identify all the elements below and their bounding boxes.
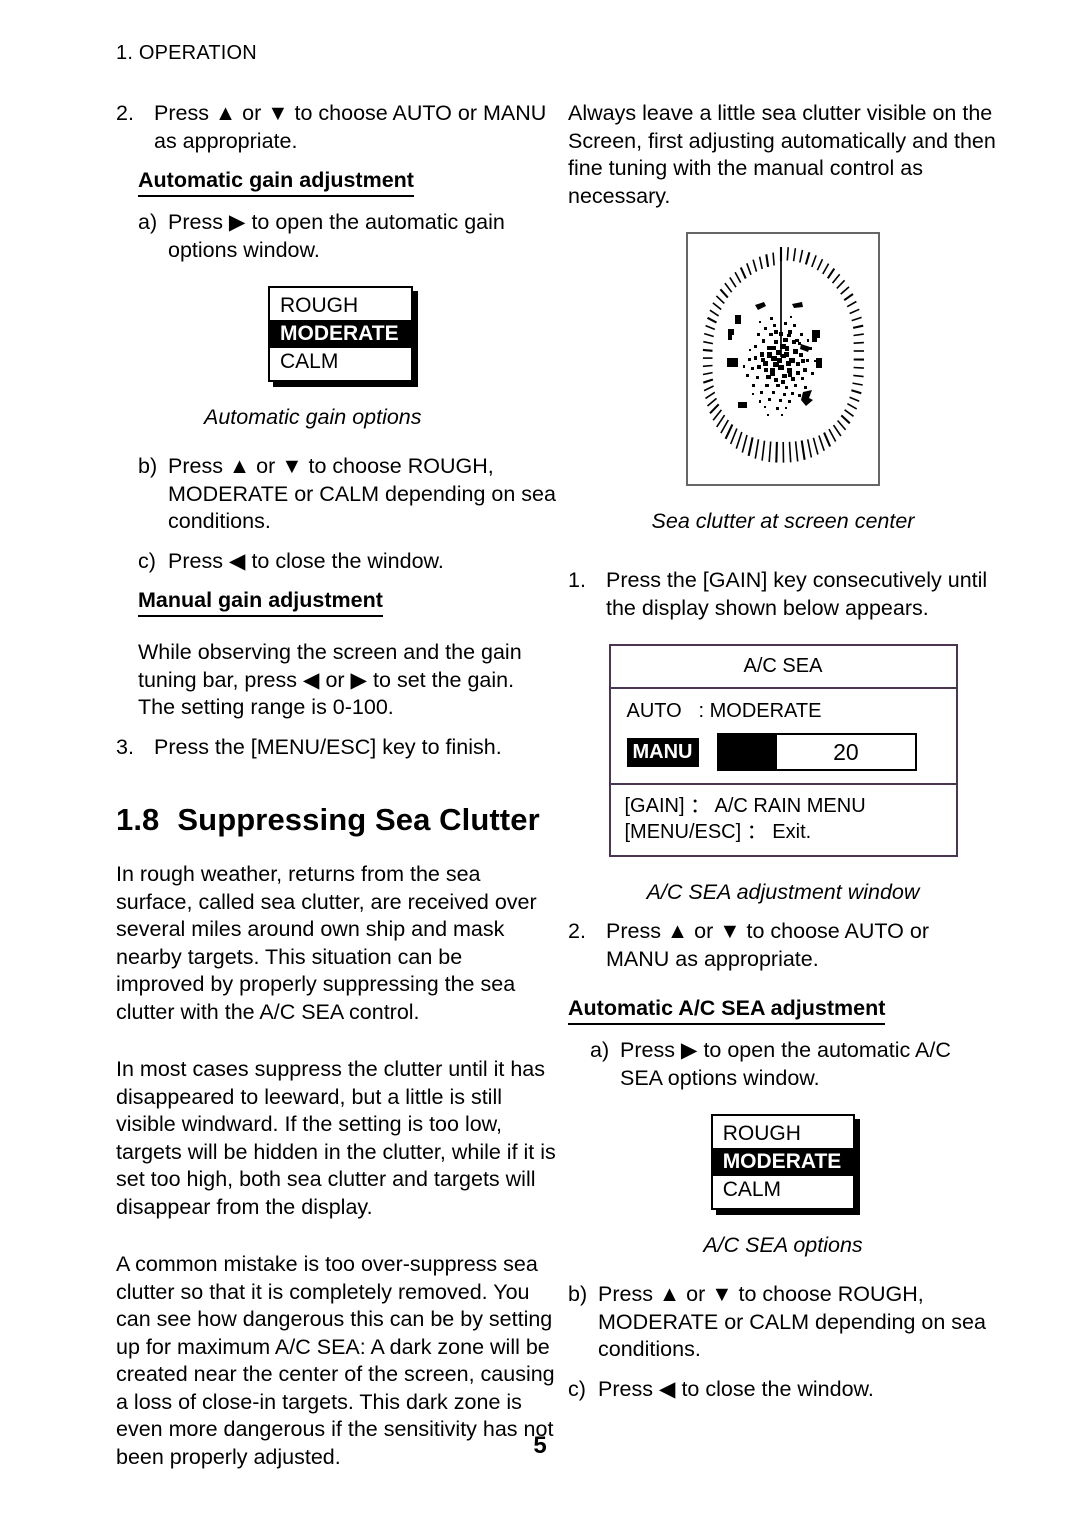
paragraph-leave-clutter-visible: Always leave a little sea clutter visibl…	[568, 101, 996, 208]
list-marker: 2.	[568, 919, 586, 943]
list-text: Press ◀ to close the window.	[598, 1376, 874, 1401]
list-marker: a)	[590, 1038, 610, 1062]
acsea-window-body: AUTO : MODERATE MANU 20	[610, 689, 956, 785]
radar-illustration-wrap	[568, 232, 998, 486]
list-item: a) Press ▶ to open the automatic A/C SEA…	[590, 1037, 998, 1092]
list-text: Press ▶ to open the automatic gain optio…	[168, 210, 505, 262]
gain-option-rough[interactable]: ROUGH	[270, 292, 411, 320]
list-text: Press the [MENU/ESC] key to finish.	[154, 734, 502, 759]
section-heading: 1.8 Suppressing Sea Clutter	[116, 801, 556, 839]
acsea-window-footer: [GAIN] ： A/C RAIN MENU [MENU/ESC] ： Exit…	[611, 785, 956, 855]
list-item: b) Press ▲ or ▼ to choose ROUGH, MODERAT…	[568, 1281, 998, 1364]
gain-option-moderate[interactable]: MODERATE	[270, 320, 411, 348]
section-title: Suppressing Sea Clutter	[177, 802, 540, 837]
paragraph-suppress-advice: In most cases suppress the clutter until…	[116, 1057, 556, 1219]
acsea-footer-gain-hint: [GAIN] ： A/C RAIN MENU	[624, 795, 866, 817]
acsea-window-title: A/C SEA	[610, 646, 956, 689]
acsea-options-window[interactable]: ROUGH MODERATE CALM	[710, 1114, 856, 1210]
gain-options-caption: Automatic gain options	[204, 405, 422, 429]
acsea-option-rough[interactable]: ROUGH	[713, 1120, 854, 1148]
acsea-window-caption: A/C SEA adjustment window	[646, 880, 920, 904]
list-item: 2. Press ▲ or ▼ to choose AUTO or MANU a…	[568, 918, 998, 973]
list-item: 1. Press the [GAIN] key consecutively un…	[568, 567, 998, 622]
acsea-manu-label[interactable]: MANU	[626, 737, 699, 767]
paragraph-sea-clutter-intro: In rough weather, returns from the sea s…	[116, 862, 537, 1024]
list-item: c) Press ◀ to close the window.	[568, 1376, 998, 1404]
acsea-manu-row[interactable]: MANU 20	[611, 733, 956, 771]
radar-svg	[688, 234, 874, 480]
list-text: Press ▶ to open the automatic A/C SEA op…	[620, 1038, 951, 1090]
automatic-gain-heading-wrap: Automatic gain adjustment	[138, 167, 556, 197]
automatic-acsea-heading-wrap: Automatic A/C SEA adjustment	[568, 995, 998, 1025]
acsea-auto-value: : MODERATE	[698, 700, 822, 722]
list-marker: c)	[138, 548, 156, 573]
section-number: 1.8	[116, 802, 160, 837]
radar-caption: Sea clutter at screen center	[651, 509, 915, 533]
gain-options-window[interactable]: ROUGH MODERATE CALM	[268, 286, 413, 382]
manual-page: 1. OPERATION 2. Press ▲ or ▼ to choose A…	[0, 0, 1080, 1528]
list-marker: c)	[568, 1376, 586, 1401]
list-marker: 2.	[116, 101, 134, 125]
gain-option-calm[interactable]: CALM	[270, 348, 411, 376]
list-marker: a)	[138, 210, 158, 234]
list-text: Press ◀ to close the window.	[168, 548, 444, 573]
left-column: 2. Press ▲ or ▼ to choose AUTO or MANU a…	[116, 100, 556, 1471]
list-text: Press ▲ or ▼ to choose AUTO or MANU as a…	[154, 101, 547, 153]
list-marker: 1.	[568, 568, 586, 592]
list-item: c) Press ◀ to close the window.	[138, 548, 556, 576]
list-item: 3. Press the [MENU/ESC] key to finish.	[116, 734, 556, 762]
list-marker: b)	[138, 454, 158, 478]
page-number: 5	[533, 1432, 547, 1459]
acsea-gain-bar[interactable]: 20	[716, 733, 917, 771]
right-column: Always leave a little sea clutter visibl…	[568, 100, 998, 1403]
list-text: Press ▲ or ▼ to choose ROUGH, MODERATE o…	[168, 454, 556, 533]
list-marker: b)	[568, 1282, 588, 1306]
list-text: Press ▲ or ▼ to choose AUTO or MANU as a…	[606, 919, 929, 971]
automatic-acsea-heading: Automatic A/C SEA adjustment	[568, 995, 886, 1025]
radar-display-image	[686, 232, 880, 486]
acsea-option-calm[interactable]: CALM	[713, 1176, 854, 1204]
running-header: 1. OPERATION	[116, 42, 257, 64]
list-item: 2. Press ▲ or ▼ to choose AUTO or MANU a…	[116, 100, 556, 155]
gain-options-window-holder: ROUGH MODERATE CALM	[116, 286, 556, 382]
acsea-adjustment-window[interactable]: A/C SEA AUTO : MODERATE MANU 20 [GAIN] ：…	[608, 644, 958, 857]
manual-gain-body: While observing the screen and the gain …	[138, 640, 522, 719]
acsea-gain-bar-fill	[718, 735, 778, 769]
list-marker: 3.	[116, 734, 134, 759]
list-text: Press the [GAIN] key consecutively until…	[606, 568, 988, 620]
acsea-footer-exit-hint: [MENU/ESC] ： Exit.	[624, 821, 812, 843]
list-text: Press ▲ or ▼ to choose ROUGH, MODERATE o…	[598, 1282, 986, 1361]
automatic-gain-heading: Automatic gain adjustment	[138, 167, 414, 197]
manual-gain-heading-wrap: Manual gain adjustment	[138, 587, 556, 617]
manual-gain-heading: Manual gain adjustment	[138, 587, 383, 617]
list-item: b) Press ▲ or ▼ to choose ROUGH, MODERAT…	[138, 453, 556, 536]
acsea-option-moderate[interactable]: MODERATE	[712, 1148, 854, 1176]
acsea-options-window-holder: ROUGH MODERATE CALM	[568, 1114, 998, 1210]
acsea-auto-row[interactable]: AUTO : MODERATE	[611, 699, 956, 733]
acsea-auto-label: AUTO	[626, 700, 682, 722]
acsea-options-caption: A/C SEA options	[703, 1233, 863, 1257]
acsea-gain-value: 20	[833, 738, 859, 765]
list-item: a) Press ▶ to open the automatic gain op…	[138, 209, 556, 264]
